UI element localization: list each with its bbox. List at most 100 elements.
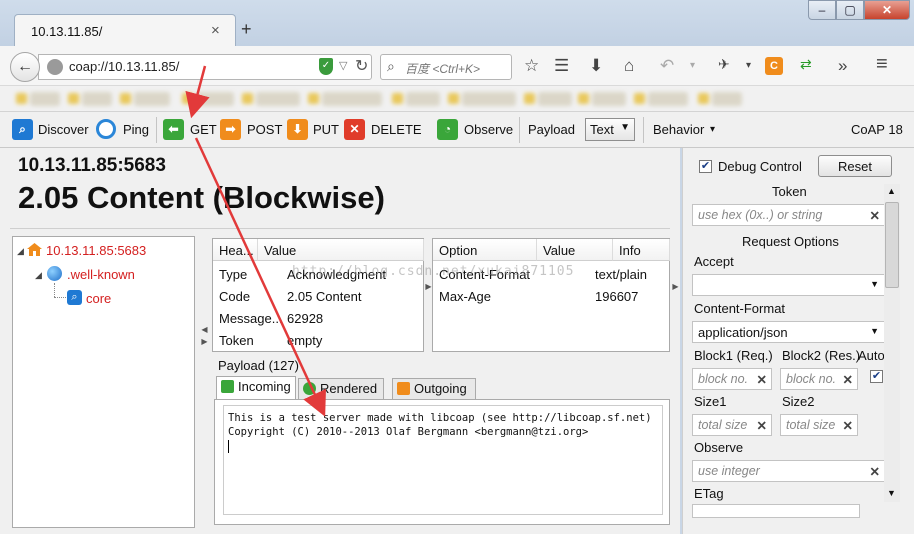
- tab-outgoing[interactable]: Outgoing: [392, 378, 476, 399]
- tab-incoming[interactable]: Incoming: [216, 376, 296, 400]
- bookmark-item[interactable]: [578, 92, 626, 106]
- column-header[interactable]: Value: [258, 239, 424, 261]
- browser-tab[interactable]: 10.13.11.85/ ×: [14, 14, 236, 48]
- new-tab-icon[interactable]: +: [241, 19, 252, 40]
- payload-line: This is a test server made with libcoap …: [228, 412, 652, 424]
- tab-rendered[interactable]: Rendered: [298, 378, 384, 399]
- splitter-right-icon[interactable]: ▶: [425, 282, 432, 291]
- home-icon[interactable]: ⌂: [624, 56, 634, 76]
- delete-x-icon: ✕: [344, 119, 365, 140]
- expand-triangle-icon[interactable]: ◢: [17, 246, 24, 257]
- menu-icon[interactable]: ≡: [876, 53, 888, 76]
- behavior-chevron-icon[interactable]: ▾: [710, 124, 715, 135]
- clear-icon[interactable]: ✕: [843, 418, 853, 433]
- minimize-button[interactable]: –: [808, 0, 836, 20]
- delete-button[interactable]: DELETE: [371, 122, 422, 137]
- download-icon[interactable]: ⬇: [589, 56, 603, 76]
- url-dropdown-icon[interactable]: ▽: [339, 59, 347, 72]
- maximize-button[interactable]: ▢: [836, 0, 864, 20]
- search-input[interactable]: 百度 <Ctrl+K>: [405, 60, 480, 77]
- back-button[interactable]: ←: [10, 52, 40, 82]
- bookmark-star-icon[interactable]: ☆: [524, 56, 539, 76]
- bookmark-item[interactable]: [698, 92, 742, 106]
- search-bar[interactable]: ⌕ 百度 <Ctrl+K>: [380, 54, 512, 80]
- table-cell: 2.05 Content: [287, 289, 362, 304]
- bookmark-item[interactable]: [634, 92, 688, 106]
- copper-addon-icon[interactable]: C: [765, 57, 783, 75]
- close-window-button[interactable]: ✕: [864, 0, 910, 20]
- table-cell: Code: [219, 289, 251, 304]
- overflow-chevron-icon[interactable]: »: [838, 56, 847, 76]
- splitter-left-icon[interactable]: ◀: [201, 325, 208, 334]
- shield-icon[interactable]: ✓: [319, 58, 333, 75]
- scroll-down-icon[interactable]: ▼: [887, 488, 896, 498]
- bookmark-item[interactable]: [120, 92, 170, 106]
- undo-icon[interactable]: ↶: [660, 56, 674, 76]
- ping-button[interactable]: Ping: [123, 122, 149, 137]
- addon-dropdown-icon[interactable]: ▾: [746, 60, 751, 71]
- splitter-right-icon[interactable]: ▶: [201, 337, 208, 346]
- accept-select[interactable]: ▼: [692, 274, 885, 296]
- expand-triangle-icon[interactable]: ◢: [35, 270, 42, 281]
- get-button[interactable]: GET: [190, 122, 217, 137]
- reading-list-icon[interactable]: ☰: [554, 56, 569, 76]
- sync-arrows-icon[interactable]: ⇄: [800, 56, 812, 73]
- token-input[interactable]: use hex (0x..) or string ✕: [692, 204, 885, 226]
- column-header[interactable]: Hea...: [213, 239, 258, 261]
- bookmark-item[interactable]: [182, 92, 234, 106]
- post-button[interactable]: POST: [247, 122, 282, 137]
- scroll-thumb[interactable]: [885, 202, 899, 288]
- column-header[interactable]: Value: [537, 239, 613, 261]
- bookmark-item[interactable]: [308, 92, 382, 106]
- tree-item-well-known[interactable]: .well-known: [67, 267, 135, 282]
- response-address: 10.13.11.85:5683: [18, 155, 166, 176]
- url-input[interactable]: coap://10.13.11.85/: [69, 59, 179, 74]
- scroll-up-icon[interactable]: ▲: [887, 186, 896, 196]
- bookmark-item[interactable]: [448, 92, 516, 106]
- clear-icon[interactable]: ✕: [843, 372, 853, 387]
- bookmark-item[interactable]: [392, 92, 440, 106]
- content-format-select[interactable]: application/json ▼: [692, 321, 885, 343]
- clear-icon[interactable]: ✕: [870, 464, 880, 479]
- observe-button[interactable]: Observe: [464, 122, 513, 137]
- debug-control-checkbox[interactable]: ✔: [699, 160, 712, 173]
- table-cell: text/plain: [595, 267, 648, 282]
- etag-input[interactable]: [692, 504, 860, 518]
- tab-label: Rendered: [320, 381, 378, 396]
- resource-tree[interactable]: ◢ 10.13.11.85:5683 ◢ .well-known ⌕ core: [12, 236, 195, 528]
- splitter-right-icon[interactable]: ▶: [672, 282, 679, 291]
- bookmark-item[interactable]: [68, 92, 112, 106]
- tree-item-root[interactable]: 10.13.11.85:5683: [46, 243, 146, 258]
- bookmark-item[interactable]: [16, 92, 60, 106]
- tab-close-icon[interactable]: ×: [211, 22, 220, 39]
- home-icon: [27, 243, 42, 256]
- behavior-menu[interactable]: Behavior: [653, 122, 704, 137]
- clear-icon[interactable]: ✕: [757, 372, 767, 387]
- size1-input[interactable]: total size ✕: [692, 414, 772, 436]
- column-header[interactable]: Info: [613, 239, 670, 261]
- size2-input[interactable]: total size ✕: [780, 414, 858, 436]
- url-bar[interactable]: coap://10.13.11.85/ ✓ ▽ ↻: [38, 54, 372, 80]
- bookmark-item[interactable]: [242, 92, 300, 106]
- auto-checkbox[interactable]: ✔: [870, 370, 883, 383]
- etag-label: ETag: [694, 486, 724, 501]
- options-scrollbar[interactable]: ▲ ▼: [884, 184, 900, 502]
- reset-button[interactable]: Reset: [818, 155, 892, 177]
- block2-input[interactable]: block no. ✕: [780, 368, 858, 390]
- discover-button[interactable]: Discover: [38, 122, 89, 137]
- block2-placeholder: block no.: [786, 372, 837, 386]
- payload-label: Payload: [528, 122, 575, 137]
- observe-input[interactable]: use integer ✕: [692, 460, 885, 482]
- bookmark-item[interactable]: [524, 92, 572, 106]
- clear-icon[interactable]: ✕: [870, 208, 880, 223]
- tree-item-core[interactable]: core: [86, 291, 111, 306]
- put-button[interactable]: PUT: [313, 122, 339, 137]
- payload-text-area[interactable]: This is a test server made with libcoap …: [223, 405, 663, 515]
- payload-type-select[interactable]: Text ▼: [585, 118, 635, 141]
- undo-dropdown-icon[interactable]: ▾: [690, 60, 695, 71]
- block1-input[interactable]: block no. ✕: [692, 368, 772, 390]
- column-header[interactable]: Option: [433, 239, 537, 261]
- addon-icon[interactable]: ✈: [718, 56, 730, 73]
- clear-icon[interactable]: ✕: [757, 418, 767, 433]
- reload-icon[interactable]: ↻: [355, 56, 368, 76]
